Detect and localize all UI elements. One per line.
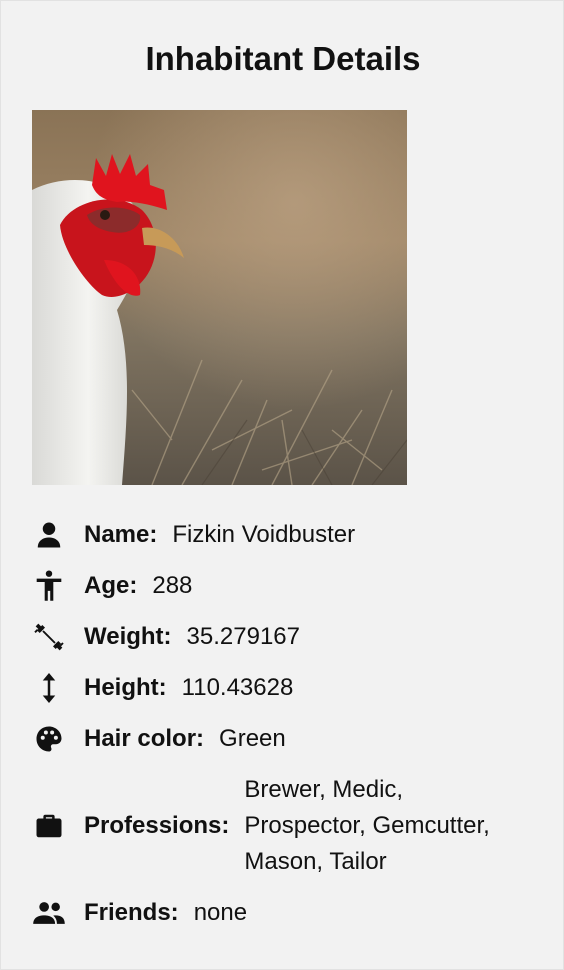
- hair-color-value: Green: [219, 725, 286, 752]
- professions-line: Brewer, Medic,: [244, 776, 404, 803]
- briefcase-icon: [31, 808, 67, 844]
- detail-row-name: Name: Fizkin Voidbuster: [31, 517, 355, 553]
- accessibility-icon: [31, 568, 67, 604]
- inhabitant-photo: [32, 110, 407, 485]
- professions-label: Professions:: [84, 812, 230, 839]
- palette-icon: [31, 721, 67, 757]
- detail-row-friends: Friends: none: [31, 895, 247, 931]
- detail-row-hair-color: Hair color: Green: [31, 721, 286, 757]
- professions-value: Brewer, Medic, Prospector, Gemcutter, Ma…: [244, 772, 534, 880]
- details-card: Inhabitant Details Name: Fizkin Voidbust…: [0, 0, 564, 970]
- people-icon: [31, 895, 67, 931]
- professions-line: Mason, Tailor: [244, 848, 387, 875]
- age-value: 288: [152, 572, 193, 599]
- detail-row-age: Age: 288: [31, 568, 192, 604]
- name-value: Fizkin Voidbuster: [172, 521, 356, 548]
- person-icon: [31, 517, 67, 553]
- weight-value: 35.279167: [186, 623, 300, 650]
- friends-value: none: [193, 899, 248, 926]
- name-label: Name:: [84, 521, 158, 548]
- detail-row-weight: Weight: 35.279167: [31, 619, 300, 655]
- professions-line: Prospector, Gemcutter,: [244, 812, 490, 839]
- friends-label: Friends:: [84, 899, 179, 926]
- detail-row-professions: Professions: Brewer, Medic, Prospector, …: [31, 772, 534, 880]
- weight-label: Weight:: [84, 623, 172, 650]
- height-value: 110.43628: [181, 674, 294, 701]
- height-label: Height:: [84, 674, 167, 701]
- hair-color-label: Hair color:: [84, 725, 205, 752]
- dumbbell-icon: [31, 619, 67, 655]
- vertical-arrows-icon: [31, 670, 67, 706]
- age-label: Age:: [84, 572, 138, 599]
- page-title: Inhabitant Details: [145, 40, 421, 77]
- detail-row-height: Height: 110.43628: [31, 670, 293, 706]
